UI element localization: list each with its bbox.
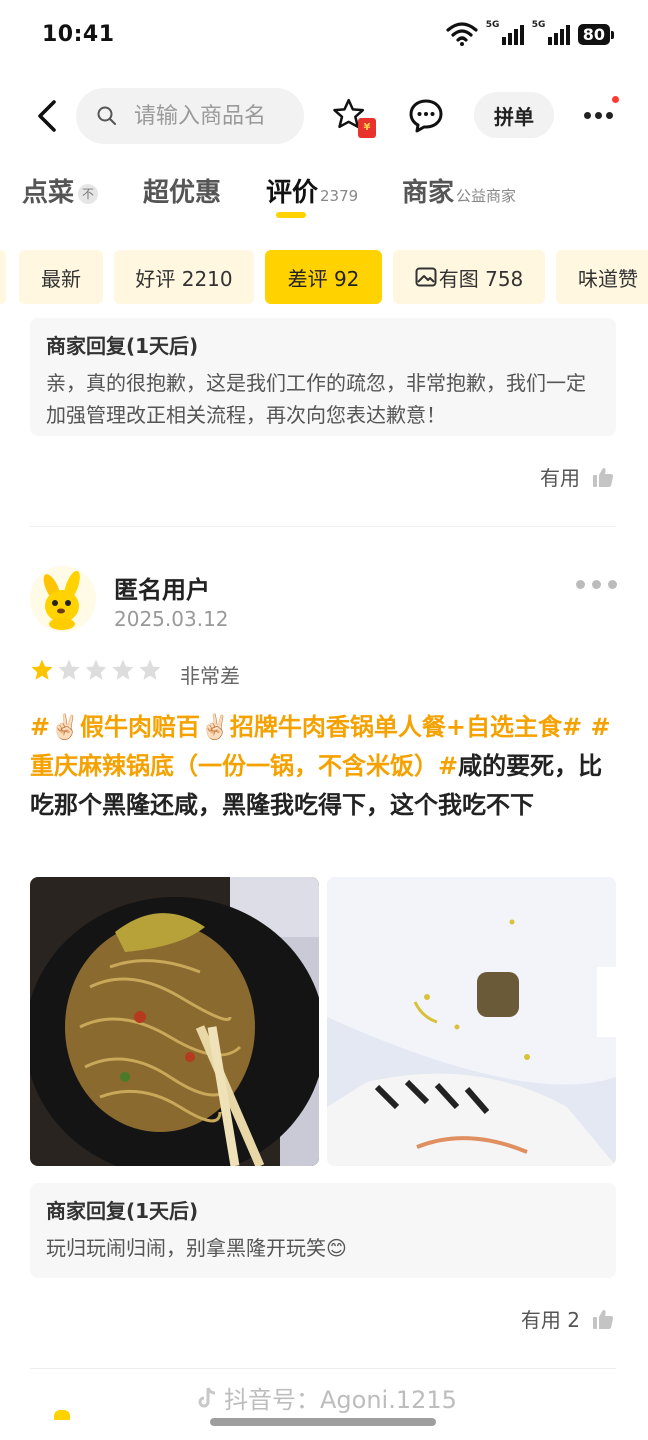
merchant-reply: 商家回复(1天后) 亲，真的很抱歉，这是我们工作的疏忽，非常抱歉，我们一定加强管… [30, 318, 616, 436]
reply-title: 商家回复(1天后) [46, 334, 199, 358]
thumbs-up-icon [593, 1309, 614, 1329]
reviewer-name: 匿名用户 [114, 576, 210, 604]
network-type-label: 5G [531, 20, 546, 30]
review-filter-chips: 最新 好评 2210 差评 92 有图 758 味道赞 [0, 250, 648, 304]
favorite-button[interactable]: ¥ [332, 96, 380, 142]
rating-label: 非常差 [180, 664, 240, 688]
divider [30, 1368, 616, 1369]
chip-positive[interactable]: 好评 2210 [114, 250, 254, 304]
next-review-avatar [54, 1410, 70, 1420]
review-more-button[interactable] [576, 578, 618, 590]
chip-taste-good[interactable]: 味道赞 [556, 250, 648, 304]
image-icon [415, 267, 437, 287]
battery-indicator: 80 [577, 23, 615, 45]
review-photo[interactable] [30, 877, 319, 1166]
star-empty-icon [85, 659, 107, 680]
noodle-pot-photo [30, 877, 319, 1166]
merchant-reply: 商家回复(1天后) 玩归玩闹归闹，别拿黑隆开玩笑😊 [30, 1183, 616, 1278]
signal-icon: 5G [485, 20, 524, 45]
table-surface-photo [327, 877, 616, 1166]
collapse-icon: 不 [78, 183, 99, 204]
tab-order-food[interactable]: 点菜不 [22, 172, 99, 209]
signal-icon: 5G [531, 20, 570, 45]
chip-with-photos[interactable]: 有图 758 [393, 250, 545, 304]
search-box[interactable] [76, 88, 304, 144]
notification-dot [612, 96, 619, 103]
tab-label: 超优惠 [143, 178, 222, 208]
divider [30, 526, 616, 527]
star-empty-icon [58, 659, 80, 680]
avatar[interactable] [30, 566, 96, 632]
chip-negative[interactable]: 差评 92 [265, 250, 382, 304]
star-filled-icon [31, 659, 53, 680]
status-icons: 5G 5G 80 [446, 20, 615, 46]
group-order-button[interactable]: 拼单 [474, 92, 554, 138]
tab-label: 点菜 [22, 178, 75, 208]
review-body: #✌🏻假牛肉赔百✌🏻招牌牛肉香锅单人餐+自选主食# #重庆麻辣锅底（一份一锅，不… [30, 708, 626, 825]
dish-tag[interactable]: #✌🏻假牛肉赔百✌🏻招牌牛肉香锅单人餐+自选主食 [30, 713, 562, 741]
thumbs-up-icon [593, 467, 614, 487]
main-tabs: 点菜不 超优惠 评价 2379 商家 公益商家 [0, 172, 648, 222]
tab-label: 商家 [402, 178, 455, 208]
review-photo[interactable] [327, 877, 616, 1166]
chip-label: 有图 758 [438, 266, 524, 291]
chip-partial[interactable] [0, 250, 6, 304]
back-arrow-icon[interactable] [30, 96, 66, 136]
chat-bubble-icon[interactable] [408, 98, 444, 134]
helpful-button[interactable]: 有用 2 [521, 1304, 614, 1333]
chip-latest[interactable]: 最新 [19, 250, 103, 304]
search-input[interactable] [134, 103, 294, 129]
network-type-label: 5G [485, 20, 500, 30]
red-packet-icon: ¥ [358, 118, 376, 138]
watermark-text: 抖音号：Agoni.1215 [224, 1386, 457, 1414]
review-date: 2025.03.12 [114, 607, 229, 631]
helpful-label: 有用 2 [520, 1308, 580, 1332]
reply-text: 亲，真的很抱歉，这是我们工作的疏忽，非常抱歉，我们一定加强管理改正相关流程，再次… [46, 371, 586, 427]
reply-text: 玩归玩闹归闹，别拿黑隆开玩笑😊 [46, 1236, 347, 1260]
reply-title: 商家回复(1天后) [46, 1199, 199, 1223]
tab-reviews[interactable]: 评价 2379 [266, 172, 359, 218]
top-nav: ¥ 拼单 [0, 86, 648, 146]
tiktok-logo-icon [198, 1386, 216, 1407]
merchant-subtitle: 公益商家 [456, 187, 517, 205]
status-time: 10:41 [42, 22, 115, 47]
status-bar: 10:41 5G 5G 80 [0, 0, 648, 72]
tab-merchant[interactable]: 商家 公益商家 [402, 172, 516, 209]
more-options-button[interactable] [582, 96, 619, 130]
kangaroo-mascot-icon [43, 570, 80, 630]
search-icon [97, 106, 116, 125]
star-empty-icon [112, 659, 134, 680]
helpful-button[interactable]: 有用 [540, 462, 614, 491]
active-tab-indicator [276, 212, 306, 218]
home-indicator[interactable] [210, 1418, 436, 1426]
helpful-label: 有用 [540, 466, 580, 490]
watermark: 抖音号：Agoni.1215 [196, 1380, 457, 1415]
tab-deals[interactable]: 超优惠 [143, 172, 221, 209]
review-count: 2379 [320, 187, 359, 205]
rating-stars [30, 658, 162, 682]
wifi-icon [446, 22, 478, 46]
tab-label: 评价 [266, 178, 319, 208]
star-empty-icon [139, 659, 161, 680]
